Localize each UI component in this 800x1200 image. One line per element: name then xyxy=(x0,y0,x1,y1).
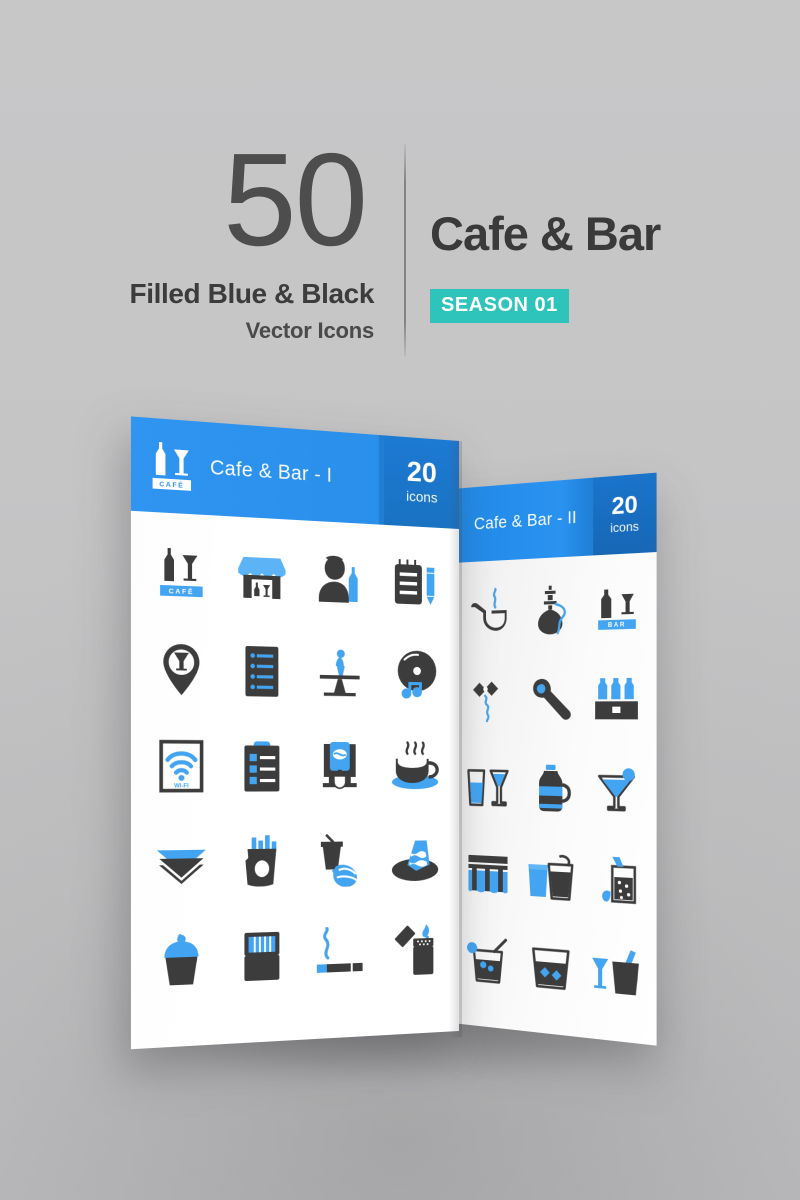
panel-cafe-bar-2[interactable]: Cafe & Bar - II 20 icons BAR xyxy=(452,472,657,1046)
bottle-opener-icon[interactable] xyxy=(519,654,583,744)
panel-1-count: 20 xyxy=(406,454,437,489)
coffee-machine-icon[interactable] xyxy=(301,719,378,813)
cafe-logo-icon: CAFÉ xyxy=(131,438,197,493)
ice-cream-cup-icon[interactable] xyxy=(140,909,222,1009)
hookah-icon[interactable] xyxy=(519,564,583,655)
soda-burger-icon[interactable] xyxy=(301,813,378,908)
clipboard-checklist-icon[interactable] xyxy=(222,718,301,814)
notepad-pencil-icon[interactable] xyxy=(377,535,451,630)
beer-tap-dispenser-icon[interactable] xyxy=(457,829,518,920)
panel-2-icon-grid: BAR xyxy=(452,552,657,1022)
bar-sign-icon[interactable]: BAR xyxy=(583,561,650,654)
cigarette-smoke-icon[interactable] xyxy=(301,905,378,1001)
beer-crate-icon[interactable] xyxy=(583,653,650,745)
beer-glasses-icon[interactable] xyxy=(457,743,518,832)
cake-slice-icon[interactable] xyxy=(377,812,451,905)
cocktail-straw-icon[interactable] xyxy=(457,915,518,1007)
whiskey-rocks-icon[interactable] xyxy=(519,920,583,1015)
iced-drinks-icon[interactable] xyxy=(519,832,583,925)
corkscrew-icon[interactable] xyxy=(457,656,518,744)
sandwich-icon[interactable] xyxy=(140,814,222,912)
wifi-sign-icon[interactable]: WI-FI xyxy=(140,717,222,814)
panel-1-count-badge: 20 icons xyxy=(384,435,459,529)
panel-1-header: CAFÉ Cafe & Bar - I 20 icons xyxy=(130,416,459,529)
panel-1-count-label: icons xyxy=(406,487,438,506)
cocktail-glass-icon[interactable] xyxy=(583,744,650,837)
cafe-storefront-icon[interactable] xyxy=(222,526,301,624)
coffee-cup-icon[interactable] xyxy=(377,720,451,813)
soda-glass-straw-icon[interactable] xyxy=(583,834,650,929)
water-jug-icon[interactable] xyxy=(519,744,583,835)
panel-cafe-bar-1[interactable]: CAFÉ Cafe & Bar - I 20 icons CAFÉ WI-FI xyxy=(130,416,459,1050)
french-fries-icon[interactable] xyxy=(222,813,301,909)
panel-1-title: Cafe & Bar - I xyxy=(210,457,333,488)
panel-2-count-badge: 20 icons xyxy=(593,472,657,556)
panel-1-icon-grid: CAFÉ WI-FI xyxy=(131,511,459,1010)
panel-2-count: 20 xyxy=(611,489,638,520)
svg-text:CAFÉ: CAFÉ xyxy=(159,480,184,490)
smoking-pipe-icon[interactable] xyxy=(457,568,518,657)
menu-list-icon[interactable] xyxy=(222,622,301,719)
location-pin-glass-icon[interactable] xyxy=(140,619,222,717)
waiter-icon[interactable] xyxy=(301,531,378,628)
table-flower-vase-icon[interactable] xyxy=(301,625,378,720)
panel-2-header: Cafe & Bar - II 20 icons xyxy=(452,472,657,563)
cigarette-pack-icon[interactable] xyxy=(222,907,301,1005)
panel-2-count-label: icons xyxy=(610,518,639,535)
vinyl-record-music-icon[interactable] xyxy=(377,627,451,721)
svg-text:WI-FI: WI-FI xyxy=(174,783,189,790)
lighter-icon[interactable] xyxy=(377,903,451,998)
cafe-sign-icon[interactable]: CAFÉ xyxy=(140,522,222,622)
champagne-bucket-icon[interactable] xyxy=(583,924,650,1021)
svg-text:BAR: BAR xyxy=(608,622,626,629)
panel-2-title: Cafe & Bar - II xyxy=(473,507,577,534)
brochure-mockup: Cafe & Bar - II 20 icons BAR CAFÉ Cafe &… xyxy=(0,0,800,1200)
